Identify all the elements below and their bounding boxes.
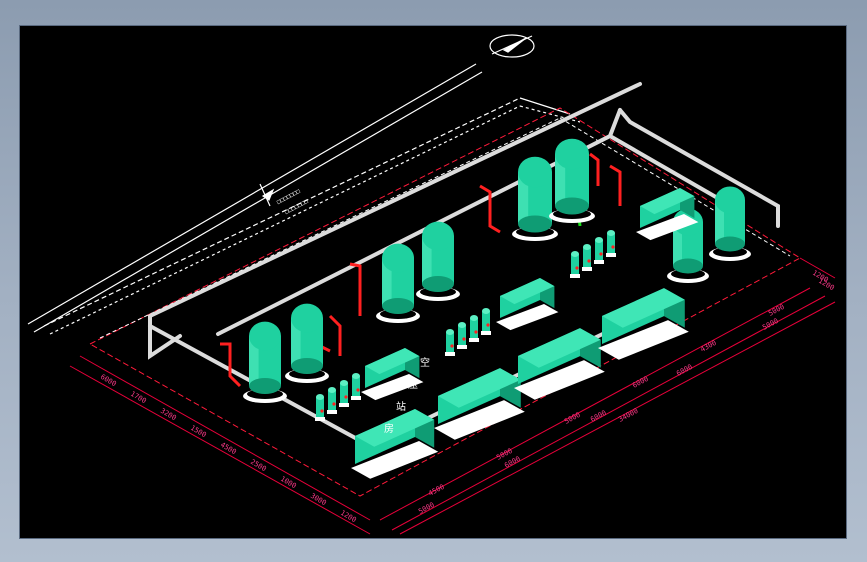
compressor-unit xyxy=(361,348,424,401)
filter-unit xyxy=(351,373,361,400)
dimension-label: 4500 xyxy=(427,483,446,498)
dimension-label: 5000 xyxy=(767,303,786,318)
compressor-unit xyxy=(514,328,605,400)
dimension-label: 4300 xyxy=(699,339,718,354)
filter-unit xyxy=(327,387,337,414)
boundary-notes: □□□□□□□ □□□□□□□ xyxy=(276,188,310,216)
dimension-label: 6000 xyxy=(675,363,694,378)
air-receiver-tank xyxy=(285,303,329,383)
filter-unit xyxy=(606,230,616,257)
isometric-drawing: 6000170032001500450025001000300012004500… xyxy=(27,34,836,535)
filter-unit xyxy=(315,394,325,421)
north-arrow-icon xyxy=(489,34,535,58)
filter-unit xyxy=(457,322,467,349)
air-receiver-tank xyxy=(376,243,420,323)
filter-unit xyxy=(469,315,479,342)
air-receiver-tank xyxy=(549,138,595,223)
dimension-label: 5000 xyxy=(417,501,436,516)
screenshot-frame: 6000 1700 3200 1500 4500 2500 1000 3000 1200 4500… xyxy=(0,0,867,562)
air-receiver-tank xyxy=(416,221,460,301)
filter-unit xyxy=(582,244,592,271)
air-receiver-tank xyxy=(243,321,287,403)
floor-outline xyxy=(89,107,801,497)
compressor-unit xyxy=(434,368,525,440)
compressor-unit xyxy=(496,278,559,331)
filter-unit xyxy=(481,308,491,335)
dimension-total: 34000 xyxy=(617,407,639,424)
compressor-unit xyxy=(351,409,439,479)
compressor-unit xyxy=(598,288,689,360)
filter-unit xyxy=(445,329,455,356)
air-receiver-tank xyxy=(512,156,558,241)
room-mark-4: 房 xyxy=(384,422,394,435)
air-receiver-tank xyxy=(709,186,751,261)
dimension-label: 1200 xyxy=(817,277,836,292)
air-receivers xyxy=(243,138,751,403)
room-mark-2: 压 xyxy=(408,379,418,391)
dimension-label: 6000 xyxy=(589,409,608,424)
filter-unit xyxy=(339,380,349,407)
filter-unit xyxy=(570,251,580,278)
room-mark-1: 空 xyxy=(420,356,430,369)
room-mark-3: 站 xyxy=(396,400,406,413)
dimension-label: 6000 xyxy=(631,375,650,390)
filter-unit xyxy=(594,237,604,264)
dimension-label: 6000 xyxy=(99,373,118,388)
dimension-label: 5000 xyxy=(563,411,582,426)
dimension-label: 5000 xyxy=(761,317,780,332)
cad-viewport[interactable]: 6000 1700 3200 1500 4500 2500 1000 3000 1200 4500… xyxy=(20,26,846,538)
